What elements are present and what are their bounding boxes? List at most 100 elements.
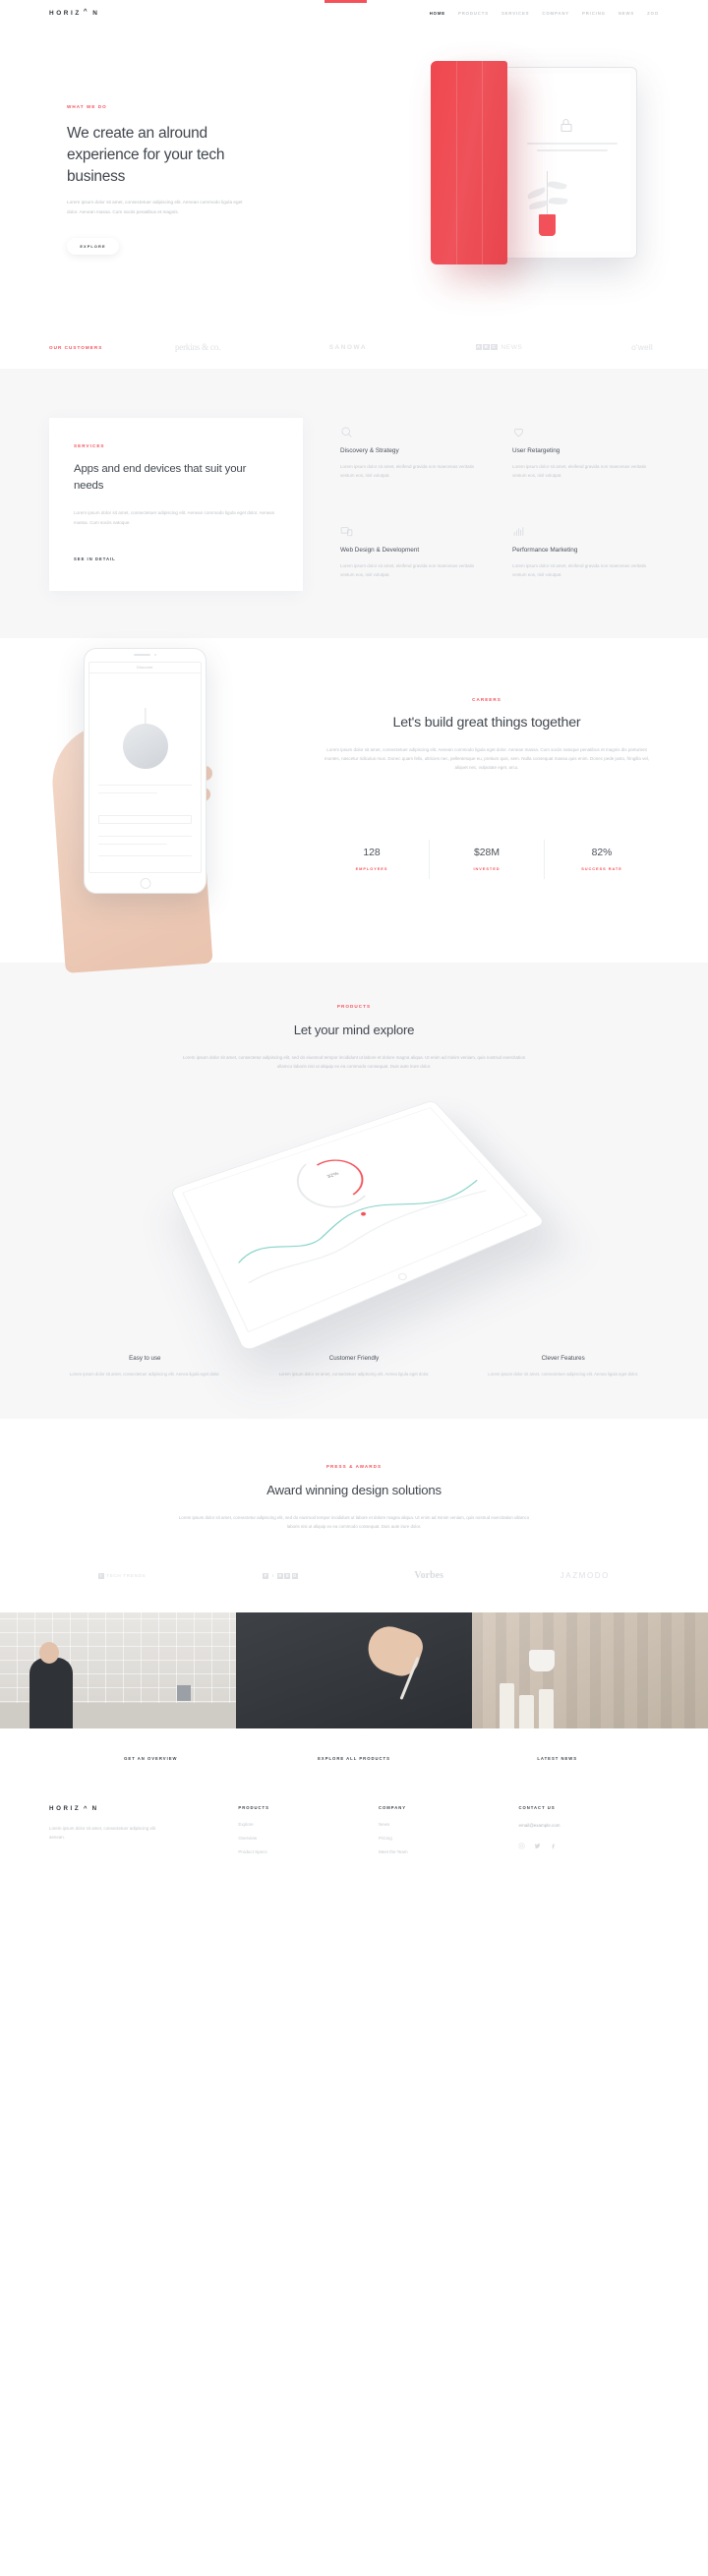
customers-eyebrow: OUR CUSTOMERS bbox=[49, 344, 103, 350]
tablet-device bbox=[495, 67, 637, 259]
service-title: User Retargeting bbox=[512, 447, 560, 454]
stat-value: 128 bbox=[363, 847, 381, 858]
press-eyebrow: PRESS & AWARDS bbox=[325, 1463, 383, 1469]
footer-link-product-specs[interactable]: Product Specs bbox=[238, 1849, 379, 1854]
press-section: PRESS & AWARDS Award winning design solu… bbox=[0, 1419, 708, 1613]
service-title: Discovery & Strategy bbox=[340, 447, 399, 454]
press-title: Award winning design solutions bbox=[266, 1482, 442, 1497]
footer-column-products: PRODUCTS Explore Overview Product Specs bbox=[238, 1805, 379, 1854]
press-description: Lorem ipsum dolor sit amet, consectetur … bbox=[178, 1514, 530, 1530]
services-card: SERVICES Apps and end devices that suit … bbox=[49, 418, 303, 591]
nav-item-news[interactable]: NEWS bbox=[619, 11, 634, 16]
service-text: Lorem ipsum dolor sit amet, eleifend gra… bbox=[512, 562, 647, 577]
photo-strip bbox=[0, 1612, 708, 1729]
photo-sketching[interactable] bbox=[236, 1612, 472, 1729]
services-grid: Discovery & Strategy Lorem ipsum dolor s… bbox=[340, 418, 659, 591]
service-item-discovery: Discovery & Strategy Lorem ipsum dolor s… bbox=[340, 426, 487, 492]
bar-chart-icon bbox=[512, 525, 525, 538]
cta-strip: GET AN OVERVIEW EXPLORE ALL PRODUCTS LAT… bbox=[49, 1728, 659, 1784]
lock-icon bbox=[560, 119, 571, 132]
plant-pot bbox=[539, 214, 556, 236]
products-description: Lorem ipsum dolor sit amet, consectetur … bbox=[182, 1054, 526, 1069]
footer-logo[interactable]: HORIZ ^ N bbox=[49, 1805, 238, 1812]
press-logo-row: T TECH TRENDS FIRED Vorbes JAZMODO bbox=[98, 1570, 610, 1581]
nav-item-home[interactable]: HOME bbox=[430, 11, 445, 16]
twitter-icon[interactable] bbox=[534, 1843, 541, 1849]
devices-icon bbox=[340, 525, 353, 538]
footer-heading: PRODUCTS bbox=[238, 1805, 269, 1811]
hero-title: We create an alround experience for your… bbox=[67, 125, 225, 185]
footer-link-explore[interactable]: Explore bbox=[238, 1822, 379, 1827]
phone-in-hand-illustration: Discover bbox=[39, 647, 324, 973]
feature-text: Lorem ipsum dolor sit amet, consectetuer… bbox=[69, 1372, 220, 1377]
logo-jazmodo: JAZMODO bbox=[560, 1571, 610, 1581]
footer-heading: COMPANY bbox=[378, 1805, 407, 1811]
brand-caret-icon: ^ bbox=[83, 1805, 90, 1813]
logo-fired: FIRED bbox=[263, 1572, 298, 1579]
service-item-retargeting: User Retargeting Lorem ipsum dolor sit a… bbox=[512, 426, 659, 492]
stat-value: 82% bbox=[591, 847, 613, 858]
footer-email[interactable]: email@example.com bbox=[518, 1823, 659, 1828]
hero-tablet-illustration bbox=[431, 61, 637, 264]
social-links bbox=[518, 1843, 659, 1849]
services-title: Apps and end devices that suit your need… bbox=[74, 463, 247, 493]
phone-screen: Discover bbox=[88, 661, 202, 873]
dashboard-line-chart bbox=[183, 1108, 526, 1331]
careers-title: Let's build great things together bbox=[392, 714, 581, 731]
services-eyebrow: SERVICES bbox=[74, 443, 105, 448]
brand-logo[interactable]: HORIZ ^ N bbox=[49, 9, 99, 17]
logo-vorbes: Vorbes bbox=[414, 1570, 443, 1582]
nav-item-company[interactable]: COMPANY bbox=[542, 11, 569, 16]
products-section: PRODUCTS Let your mind explore Lorem ips… bbox=[0, 962, 708, 1419]
brand-caret-icon: ^ bbox=[84, 9, 90, 15]
feature-customer-friendly: Customer Friendly Lorem ipsum dolor sit … bbox=[259, 1355, 450, 1379]
footer-link-meet-the-team[interactable]: Meet the Team bbox=[379, 1849, 519, 1854]
stat-success-rate: 82% SUCCESS RATE bbox=[544, 839, 659, 879]
feature-clever-features: Clever Features Lorem ipsum dolor sit am… bbox=[467, 1355, 659, 1379]
explore-button[interactable]: EXPLORE bbox=[67, 237, 119, 255]
feature-text: Lorem ipsum dolor sit amet, consectetuer… bbox=[278, 1372, 430, 1377]
instagram-icon[interactable] bbox=[518, 1843, 525, 1849]
stat-label: EMPLOYEES bbox=[355, 865, 388, 871]
footer-link-news[interactable]: News bbox=[379, 1822, 519, 1827]
logo-owell: o'well bbox=[631, 342, 653, 352]
tablet-cover bbox=[431, 61, 507, 264]
cta-get-an-overview[interactable]: GET AN OVERVIEW bbox=[124, 1756, 177, 1761]
stat-invested: $28M INVESTED bbox=[429, 839, 544, 879]
nav-item-products[interactable]: PRODUCTS bbox=[458, 11, 489, 16]
hero-description: Lorem ipsum dolor sit amet, consectetuer… bbox=[67, 200, 243, 214]
tablet-home-button bbox=[396, 1272, 409, 1282]
photo-coffee[interactable] bbox=[472, 1612, 708, 1729]
nav-item-services[interactable]: SERVICES bbox=[502, 11, 529, 16]
logo-sanowa: SANOWA bbox=[328, 343, 368, 351]
product-features: Easy to use Lorem ipsum dolor sit amet, … bbox=[49, 1355, 659, 1379]
footer-link-pricing[interactable]: Pricing bbox=[379, 1836, 519, 1841]
careers-eyebrow: CAREERS bbox=[472, 696, 502, 702]
logo-abc-news: ABC NEWS bbox=[475, 343, 523, 351]
services-section: SERVICES Apps and end devices that suit … bbox=[0, 369, 708, 638]
stat-value: $28M bbox=[474, 847, 500, 858]
service-text: Lorem ipsum dolor sit amet, eleifend gra… bbox=[340, 562, 475, 577]
footer-link-overview[interactable]: Overview bbox=[238, 1836, 379, 1841]
feature-text: Lorem ipsum dolor sit amet, consectetuer… bbox=[488, 1372, 639, 1377]
heart-icon bbox=[512, 426, 525, 439]
stat-employees: 128 EMPLOYEES bbox=[315, 840, 429, 879]
cta-explore-all-products[interactable]: EXPLORE ALL PRODUCTS bbox=[318, 1756, 390, 1761]
feature-title: Easy to use bbox=[129, 1355, 161, 1363]
cta-latest-news[interactable]: LATEST NEWS bbox=[537, 1756, 577, 1761]
facebook-icon[interactable] bbox=[550, 1843, 557, 1849]
logo-perkins: perkins & co. bbox=[175, 342, 221, 352]
customer-logo-row: perkins & co. SANOWA ABC NEWS o'well bbox=[175, 342, 659, 352]
hero-section: WHAT WE DO We create an alround experien… bbox=[49, 26, 659, 325]
footer-column-company: COMPANY News Pricing Meet the Team bbox=[379, 1805, 519, 1854]
phone-app-title: Discover bbox=[89, 663, 201, 673]
photo-workspace[interactable] bbox=[0, 1612, 236, 1729]
products-eyebrow: PRODUCTS bbox=[336, 1003, 372, 1009]
nav-item-pricing[interactable]: PRICING bbox=[582, 11, 606, 16]
search-icon bbox=[340, 426, 353, 439]
tablet-screen bbox=[502, 74, 630, 252]
see-in-detail-link[interactable]: SEE IN DETAIL bbox=[74, 556, 278, 561]
nav-item-zoo[interactable]: ZOO bbox=[647, 11, 659, 16]
phone-device: Discover bbox=[84, 647, 206, 894]
stats-row: 128 EMPLOYEES $28M INVESTED 82% SUCCESS … bbox=[315, 839, 659, 879]
